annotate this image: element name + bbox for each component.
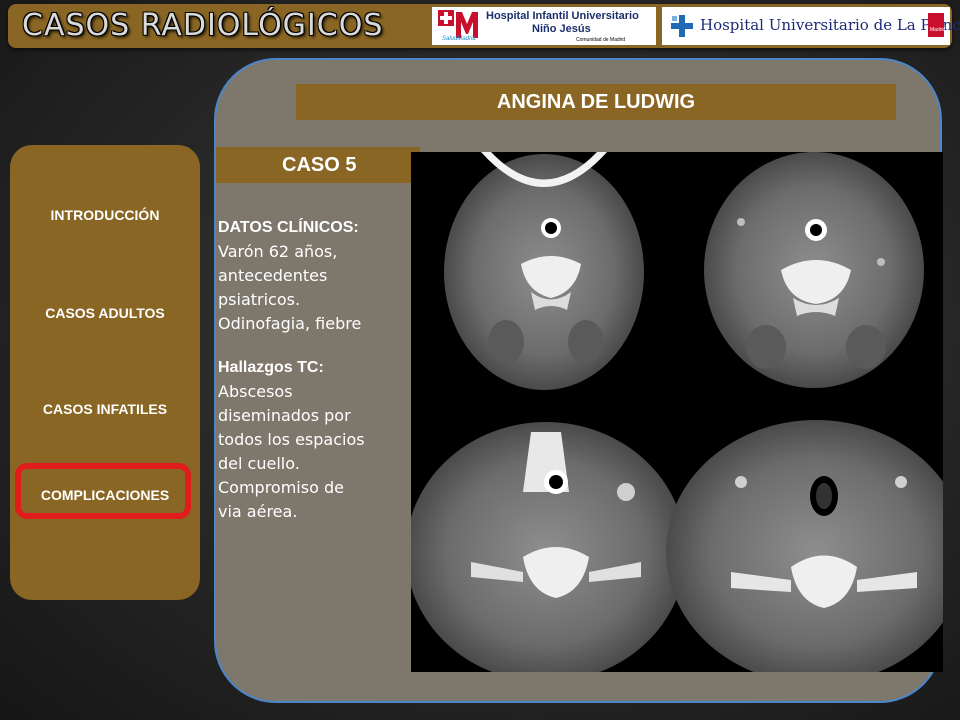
sidebar-item-complicaciones[interactable]: COMPLICACIONES [10,487,200,503]
logo-line2: Niño Jesús [532,23,591,35]
hospital-cross-icon [670,14,694,38]
madrid-flag-label: Madrid [930,27,946,33]
sidebar-nav: INTRODUCCIÓN CASOS ADULTOS CASOS INFATIL… [10,145,200,600]
findings-line: Compromiso de [218,478,344,497]
madrid-flag-icon: Madrid [928,13,946,37]
clinical-line: psiatricos. [218,290,301,309]
case-label: CASO 5 [282,154,357,176]
sidebar-item-casos-infatiles[interactable]: CASOS INFATILES [10,401,200,417]
case-description: DATOS CLÍNICOS: Varón 62 años, anteceden… [218,216,410,524]
clinical-title: DATOS CLÍNICOS: [218,219,359,236]
comunidad-label: Comunidad de Madrid [576,37,626,43]
ct-slice-4 [666,420,960,684]
ct-image-mosaic [406,152,960,684]
findings-line: Abscesos [218,382,293,401]
saludmadrid-label: SaludMadrid [442,36,476,42]
clinical-line: antecedentes [218,266,328,285]
ct-slice-2 [704,152,924,388]
clinical-line: Varón 62 años, [218,242,338,261]
case-band: CASO 5 [216,147,420,183]
page-title: ANGINA DE LUDWIG [496,91,696,113]
findings-line: del cuello. [218,454,300,473]
heading-band: ANGINA DE LUDWIG [296,84,896,120]
hospital-nino-jesus-logo: Hospital Infantil Universitario Niño Jes… [432,7,656,45]
findings-line: via aérea. [218,502,298,521]
ct-scans-image [406,152,960,684]
clinical-line: Odinofagia, fiebre [218,314,362,333]
findings-line: diseminados por [218,406,351,425]
findings-title: Hallazgos TC: [218,359,324,376]
logo-line1: Hospital Infantil Universitario [486,10,639,22]
site-title: CASOS RADIOLÓGICOS [22,8,384,43]
hospital-la-princesa-logo: Hospital Universitario de La Princesa Ma… [662,7,960,45]
ct-slice-1 [444,152,644,390]
princesa-name: Hospital Universitario de La Princesa [700,16,960,34]
sidebar-item-introduccion[interactable]: INTRODUCCIÓN [10,207,200,223]
header-bar: CASOS RADIOLÓGICOS Hospital Infantil Uni… [8,4,960,48]
ct-slice-3 [406,420,686,682]
sidebar-item-casos-adultos[interactable]: CASOS ADULTOS [10,305,200,321]
findings-line: todos los espacios [218,430,365,449]
